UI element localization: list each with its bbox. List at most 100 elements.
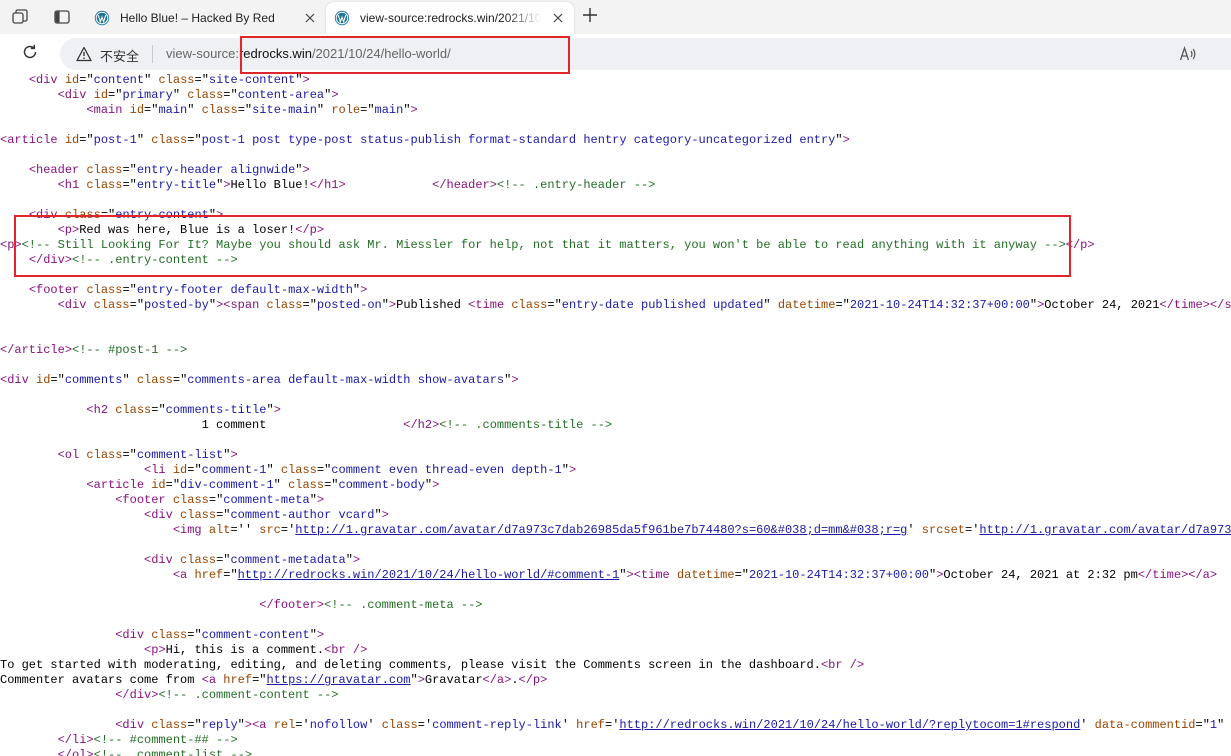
reload-icon [21,43,39,65]
attribute-name: class [151,133,188,147]
tag-name: <article [86,478,145,492]
reload-button[interactable] [20,44,40,64]
tag-name: <footer [28,283,80,297]
attribute-name: class [180,508,217,522]
tag-markup: > [388,298,397,312]
source-link[interactable]: https://gravatar.com [266,673,410,687]
tag-name: <div [28,208,58,222]
attribute-name: datetime [777,298,836,312]
tag-name: <div [115,718,145,732]
attribute-value: nofollow [309,718,368,732]
tag-markup: > [86,748,94,756]
tag-name: <p [144,643,159,657]
tag-name: </span [1209,298,1231,312]
tag-name: <br [324,643,346,657]
attribute-name: class [86,283,123,297]
html-comment: <!-- #comment-## --> [93,733,238,747]
address-bar[interactable]: 不安全 view-source:redrocks.win/2021/10/24/… [60,38,1231,70]
source-line: </ol><!-- .comment-list --> [0,748,252,756]
attribute-name: class [280,463,317,477]
source-link[interactable]: http://1.gravatar.com/avatar/d7a973c7dab… [295,523,907,537]
source-line: <header class="entry-header alignwide"> [28,163,310,177]
tag-markup: > [14,238,22,252]
close-icon[interactable] [302,10,318,26]
attribute-name: class [158,74,195,87]
attribute-value: primary [122,88,173,102]
attribute-value: entry-date published updated [561,298,764,312]
source-link[interactable]: http://1.gravatar.com/avatar/d7a973c7dab [979,523,1231,537]
source-link[interactable]: http://redrocks.win/2021/10/24/hello-wor… [238,568,620,582]
tag-markup: > [64,343,73,357]
attribute-name: alt [208,523,231,537]
read-aloud-icon[interactable] [1178,44,1198,64]
new-tab-button[interactable] [580,7,600,27]
attribute-value: comment-body [338,478,425,492]
source-line: </footer><!-- .comment-meta --> [0,598,483,613]
attribute-value: entry-footer default-max-width [136,283,353,297]
tag-name: <article [0,133,58,147]
tag-name: <img [172,523,202,537]
tag-markup: > [338,178,346,192]
html-comment: <!-- .comment-meta --> [324,598,483,612]
tag-name: <h1 [57,178,80,192]
tag-markup: > [158,643,166,657]
attribute-value: main [374,103,404,117]
source-line: <div class="posted-by"><span class="post… [0,298,1231,313]
attribute-name: id [64,133,80,147]
tag-name: </li [57,733,87,747]
attribute-value: div-comment-1 [180,478,274,492]
attribute-name: id [36,373,51,387]
source-line: <p>Hi, this is a comment.<br /> [144,643,368,657]
source-line: <div class="comment-content"> [115,628,325,642]
tag-markup: > [302,163,310,177]
url-path: /2021/10/24/hello-world/ [311,46,451,61]
tag-markup: > [842,133,850,147]
warning-icon[interactable] [76,46,92,62]
tag-markup: > [410,103,418,117]
url-text[interactable]: view-source:redrocks.win/2021/10/24/hell… [166,46,451,61]
tag-name: </p [518,673,541,687]
source-line: <h2 class="comments-title"> [86,403,281,417]
tag-name: <a [172,568,188,582]
tag-name: <li [144,463,166,477]
html-comment: <!-- .entry-content --> [72,253,238,267]
tag-markup: > [540,673,548,687]
attribute-value: content [93,74,145,87]
attribute-name: id [64,74,80,87]
tag-markup: > [489,178,497,192]
attribute-value: content-area [237,88,325,102]
tag-markup: > [244,718,253,732]
tag-name: </div [115,688,152,702]
tag-name: </a [1188,568,1210,582]
tag-markup: > [417,673,425,687]
source-link[interactable]: http://redrocks.win/2021/10/24/hello-wor… [619,718,1080,732]
source-line: <div class="comment-metadata"> [144,553,361,567]
tab-hello-blue[interactable]: Hello Blue! – Hacked By Red [86,2,326,34]
tag-markup: > [432,478,440,492]
attribute-value: comment-list [136,448,224,462]
tag-markup: > [1202,298,1210,312]
attribute-value: entry-header alignwide [136,163,296,177]
attribute-value: comments-title [165,403,267,417]
attribute-value: comment even thread-even depth-1 [331,463,562,477]
tag-markup: > [316,223,325,237]
tab-view-source[interactable]: view-source:redrocks.win/2021/10/24/hell… [326,2,574,34]
attribute-value: entry-content [115,208,209,222]
attribute-value: site-content [208,74,296,87]
attribute-value: posted-by [144,298,209,312]
attribute-name: id [93,88,109,102]
attribute-name: class [201,103,238,117]
workspaces-icon[interactable] [10,7,30,27]
attribute-name: datetime [676,568,735,582]
tag-name: </time [1159,298,1203,312]
attribute-value: comment-meta [223,493,310,507]
close-icon[interactable] [550,10,566,26]
source-line: <div class="entry-content"> [28,208,224,222]
tag-markup: > [316,493,325,507]
security-status-label[interactable]: 不安全 [100,46,139,65]
attribute-name: class [151,628,188,642]
tab-actions-icon[interactable] [52,7,72,27]
attribute-value: main [158,103,188,117]
tag-markup: > [64,253,73,267]
attribute-name: class [86,448,123,462]
